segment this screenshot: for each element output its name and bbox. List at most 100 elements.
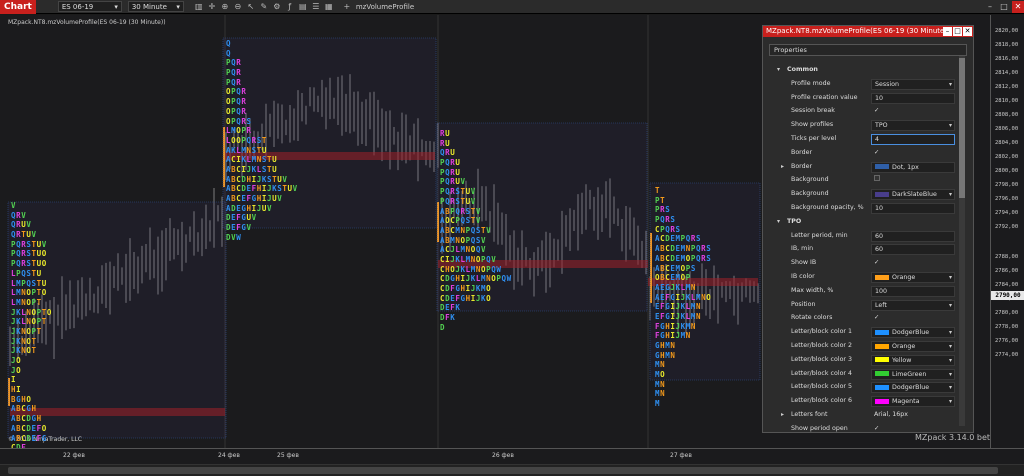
property-row[interactable]: Show profiles TPO (763, 119, 975, 132)
collapse-icon[interactable]: ▾ (777, 66, 780, 73)
property-value[interactable]: TPO (871, 120, 955, 132)
property-row[interactable]: Letter/block color 2 Orange (763, 340, 975, 353)
expand-icon[interactable]: ▸ (781, 163, 784, 170)
property-value[interactable]: 10 (871, 203, 955, 214)
property-checkbox[interactable]: ✓ (871, 148, 955, 159)
properties-window[interactable]: MZpack.NT8.mzVolumeProfile(ES 06-19 (30 … (762, 25, 974, 433)
property-value[interactable]: DodgerBlue (871, 382, 955, 394)
property-row[interactable]: Background opacity, % 10 (763, 202, 975, 215)
tpo-row: CIJKLMNOPQV (440, 254, 497, 264)
price-axis[interactable]: 2820,00 2818,00 2816,00 2814,00 2812,00 2810,… (990, 15, 1024, 448)
property-row[interactable]: Ticks per level 4 (763, 133, 975, 146)
property-row[interactable]: Letter/block color 6 Magenta (763, 395, 975, 408)
property-value[interactable]: Left (871, 299, 955, 311)
price-label: 2776,00 (995, 338, 1019, 344)
minimize-icon[interactable]: – (943, 27, 952, 36)
maximize-icon[interactable]: □ (953, 27, 962, 36)
collapse-icon[interactable]: ▾ (777, 218, 780, 225)
property-row[interactable]: Border ✓ (763, 147, 975, 160)
property-section[interactable]: ▾ Common (763, 64, 975, 77)
horizontal-scrollbar[interactable] (0, 464, 1024, 476)
property-value[interactable]: 4 (871, 134, 955, 145)
tpo-row: T (655, 186, 661, 195)
indicators-icon[interactable]: ƒ (285, 2, 295, 12)
tpo-row: JKNOPT (11, 326, 42, 336)
property-row[interactable]: Rotate colors ✓ (763, 312, 975, 325)
order-icon[interactable]: ▦ (324, 2, 334, 12)
property-value[interactable]: Yellow (871, 354, 955, 366)
property-value[interactable]: 100 (871, 285, 955, 297)
property-row[interactable]: Letter/block color 4 LimeGreen (763, 368, 975, 381)
properties-scroll-thumb[interactable] (959, 58, 965, 198)
add-tab-icon[interactable]: + (342, 2, 352, 12)
expand-icon[interactable]: ▸ (781, 411, 784, 418)
property-value[interactable]: Orange (871, 272, 955, 283)
tpo-row: PQR (226, 77, 242, 87)
chevron-down-icon: ▾ (114, 2, 118, 11)
property-row[interactable]: IB color Orange (763, 271, 975, 284)
zoom-in-icon[interactable]: ⊕ (220, 2, 230, 12)
maximize-icon[interactable]: □ (998, 1, 1010, 13)
property-checkbox[interactable]: ✓ (871, 258, 955, 269)
tpo-row: DEFGUV (226, 213, 257, 223)
property-row[interactable]: Background DarkSlateBlue (763, 188, 975, 201)
tpo-row: ABCEMOPS (655, 263, 696, 273)
instrument-selector[interactable]: ES 06-19 ▾ (57, 1, 122, 12)
property-section[interactable]: ▾ TPO (763, 216, 975, 229)
date-axis[interactable]: 22 фев 24 фев 25 фев 26 фев 27 фев (0, 448, 1024, 464)
properties-icon[interactable]: ☰ (311, 2, 321, 12)
property-row[interactable]: Max width, % 100 (763, 285, 975, 298)
drawing-tools-icon[interactable]: ✎ (259, 2, 269, 12)
property-row[interactable]: IB, min 60 (763, 243, 975, 256)
zoom-out-icon[interactable]: ⊖ (233, 2, 243, 12)
current-price-label: 2790,00 (991, 291, 1024, 300)
property-value[interactable]: DarkSlateBlue (871, 189, 955, 201)
scroll-thumb[interactable] (8, 467, 998, 474)
property-value[interactable]: Orange (871, 341, 955, 352)
property-checkbox[interactable]: ✓ (871, 424, 955, 435)
interval-selector[interactable]: 30 Minute ▾ (127, 1, 184, 12)
property-value-text: Left (875, 301, 887, 309)
property-value-text: 4 (875, 136, 880, 143)
property-row[interactable]: Show period open ✓ (763, 423, 975, 436)
property-value[interactable]: DodgerBlue (871, 327, 955, 339)
price-label: 2820,00 (995, 28, 1019, 34)
property-value[interactable]: Arial, 16px (871, 410, 955, 421)
close-icon[interactable]: ✕ (963, 27, 972, 36)
property-value[interactable]: LimeGreen (871, 368, 955, 380)
indicator-tab[interactable]: mzVolumeProfile (356, 3, 414, 11)
property-row[interactable]: Letter/block color 5 DodgerBlue (763, 381, 975, 394)
minimize-icon[interactable]: – (984, 1, 996, 13)
property-value[interactable]: 60 (871, 230, 955, 242)
property-row[interactable]: Background (763, 174, 975, 187)
property-value[interactable]: Session (871, 78, 955, 90)
property-row[interactable]: Profile creation value 10 (763, 92, 975, 105)
property-row[interactable]: Session break ✓ (763, 105, 975, 118)
pointer-icon[interactable]: ↖ (246, 2, 256, 12)
property-row[interactable]: Letter period, min 60 (763, 230, 975, 243)
property-row[interactable]: Profile mode Session (763, 78, 975, 91)
property-value-text: 100 (875, 287, 888, 295)
close-icon[interactable]: ✕ (1012, 0, 1024, 13)
crosshair-icon[interactable]: ✛ (207, 2, 217, 12)
tpo-row: OPQR (226, 87, 247, 97)
property-value[interactable]: 10 (871, 92, 955, 104)
properties-scrollbar[interactable] (959, 56, 965, 426)
property-row[interactable]: Letter/block color 1 DodgerBlue (763, 326, 975, 339)
property-checkbox[interactable] (871, 175, 955, 186)
chart-tab[interactable]: Chart (0, 0, 36, 14)
bar-type-icon[interactable]: ▥ (194, 2, 204, 12)
property-row[interactable]: Letter/block color 3 Yellow (763, 354, 975, 367)
property-row[interactable]: Position Left (763, 299, 975, 312)
strategies-icon[interactable]: ⚙ (272, 2, 282, 12)
property-label: Profile mode (791, 79, 831, 87)
data-box-icon[interactable]: ▤ (298, 2, 308, 12)
property-row[interactable]: Show IB ✓ (763, 257, 975, 270)
property-value[interactable]: Magenta (871, 396, 955, 408)
property-checkbox[interactable]: ✓ (871, 313, 955, 324)
property-value[interactable]: 60 (871, 244, 955, 256)
property-checkbox[interactable]: ✓ (871, 106, 955, 117)
property-row[interactable]: ▸ Letters font Arial, 16px (763, 409, 975, 422)
property-row[interactable]: ▸ Border Dot, 1px (763, 161, 975, 174)
property-value[interactable]: Dot, 1px (871, 161, 955, 173)
